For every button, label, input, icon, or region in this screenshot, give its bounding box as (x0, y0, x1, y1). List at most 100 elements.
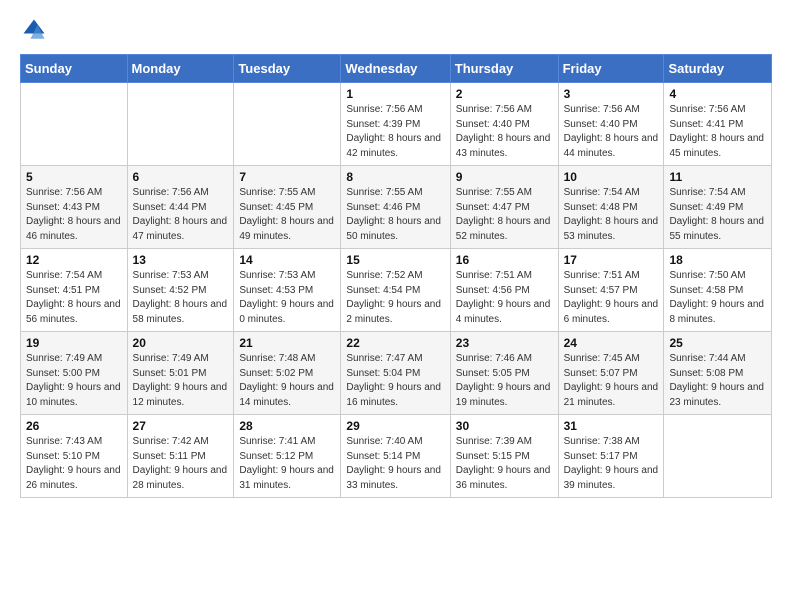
day-info: Sunrise: 7:55 AM Sunset: 4:45 PM Dayligh… (239, 186, 335, 244)
calendar-cell: 23 Sunrise: 7:46 AM Sunset: 5:05 PM Dayli… (450, 332, 558, 415)
day-info: Sunrise: 7:56 AM Sunset: 4:44 PM Dayligh… (133, 186, 229, 244)
day-number: 26 (26, 419, 122, 433)
day-number: 20 (133, 336, 229, 350)
weekday-header-saturday: Saturday (664, 55, 772, 83)
day-info: Sunrise: 7:45 AM Sunset: 5:07 PM Dayligh… (564, 352, 659, 410)
day-info: Sunrise: 7:47 AM Sunset: 5:04 PM Dayligh… (346, 352, 444, 410)
day-number: 6 (133, 170, 229, 184)
day-number: 16 (456, 253, 553, 267)
day-number: 4 (669, 87, 766, 101)
calendar-cell: 15 Sunrise: 7:52 AM Sunset: 4:54 PM Dayli… (341, 249, 450, 332)
week-row-4: 19 Sunrise: 7:49 AM Sunset: 5:00 PM Dayli… (21, 332, 772, 415)
header (20, 16, 772, 44)
day-info: Sunrise: 7:41 AM Sunset: 5:12 PM Dayligh… (239, 435, 335, 493)
calendar-cell: 12Sunrise: 7:54 AM Sunset: 4:51 PM Dayli… (21, 249, 128, 332)
day-number: 3 (564, 87, 659, 101)
day-info: Sunrise: 7:49 AM Sunset: 5:00 PM Dayligh… (26, 352, 122, 410)
day-number: 2 (456, 87, 553, 101)
weekday-header-wednesday: Wednesday (341, 55, 450, 83)
day-number: 19 (26, 336, 122, 350)
day-info: Sunrise: 7:56 AM Sunset: 4:39 PM Dayligh… (346, 103, 444, 161)
logo-icon (20, 16, 48, 44)
day-number: 15 (346, 253, 444, 267)
day-number: 23 (456, 336, 553, 350)
day-info: Sunrise: 7:42 AM Sunset: 5:11 PM Dayligh… (133, 435, 229, 493)
calendar-cell: 21 Sunrise: 7:48 AM Sunset: 5:02 PM Dayli… (234, 332, 341, 415)
calendar-cell (21, 83, 128, 166)
day-info: Sunrise: 7:53 AM Sunset: 4:53 PM Dayligh… (239, 269, 335, 327)
day-number: 18 (669, 253, 766, 267)
day-number: 8 (346, 170, 444, 184)
day-number: 24 (564, 336, 659, 350)
calendar-cell: 13Sunrise: 7:53 AM Sunset: 4:52 PM Dayli… (127, 249, 234, 332)
calendar-cell: 5Sunrise: 7:56 AM Sunset: 4:43 PM Daylig… (21, 166, 128, 249)
day-info: Sunrise: 7:51 AM Sunset: 4:57 PM Dayligh… (564, 269, 659, 327)
day-number: 28 (239, 419, 335, 433)
calendar-cell (664, 415, 772, 498)
day-number: 30 (456, 419, 553, 433)
day-number: 1 (346, 87, 444, 101)
calendar-cell: 27 Sunrise: 7:42 AM Sunset: 5:11 PM Dayli… (127, 415, 234, 498)
calendar-cell: 11 Sunrise: 7:54 AM Sunset: 4:49 PM Dayli… (664, 166, 772, 249)
weekday-header-tuesday: Tuesday (234, 55, 341, 83)
day-number: 21 (239, 336, 335, 350)
weekday-header-monday: Monday (127, 55, 234, 83)
calendar-cell: 14 Sunrise: 7:53 AM Sunset: 4:53 PM Dayli… (234, 249, 341, 332)
day-info: Sunrise: 7:54 AM Sunset: 4:48 PM Dayligh… (564, 186, 659, 244)
day-info: Sunrise: 7:56 AM Sunset: 4:40 PM Dayligh… (456, 103, 553, 161)
day-info: Sunrise: 7:46 AM Sunset: 5:05 PM Dayligh… (456, 352, 553, 410)
day-number: 25 (669, 336, 766, 350)
calendar-cell: 4 Sunrise: 7:56 AM Sunset: 4:41 PM Daylig… (664, 83, 772, 166)
calendar-cell (127, 83, 234, 166)
day-number: 11 (669, 170, 766, 184)
day-info: Sunrise: 7:51 AM Sunset: 4:56 PM Dayligh… (456, 269, 553, 327)
day-info: Sunrise: 7:39 AM Sunset: 5:15 PM Dayligh… (456, 435, 553, 493)
calendar: SundayMondayTuesdayWednesdayThursdayFrid… (20, 54, 772, 498)
calendar-cell: 30 Sunrise: 7:39 AM Sunset: 5:15 PM Dayli… (450, 415, 558, 498)
calendar-cell: 24 Sunrise: 7:45 AM Sunset: 5:07 PM Dayli… (558, 332, 664, 415)
weekday-header-thursday: Thursday (450, 55, 558, 83)
day-number: 14 (239, 253, 335, 267)
week-row-2: 5Sunrise: 7:56 AM Sunset: 4:43 PM Daylig… (21, 166, 772, 249)
calendar-cell: 26 Sunrise: 7:43 AM Sunset: 5:10 PM Dayli… (21, 415, 128, 498)
day-info: Sunrise: 7:40 AM Sunset: 5:14 PM Dayligh… (346, 435, 444, 493)
day-number: 17 (564, 253, 659, 267)
calendar-cell: 6 Sunrise: 7:56 AM Sunset: 4:44 PM Daylig… (127, 166, 234, 249)
day-info: Sunrise: 7:54 AM Sunset: 4:49 PM Dayligh… (669, 186, 766, 244)
calendar-cell: 18 Sunrise: 7:50 AM Sunset: 4:58 PM Dayli… (664, 249, 772, 332)
day-info: Sunrise: 7:56 AM Sunset: 4:41 PM Dayligh… (669, 103, 766, 161)
calendar-cell: 10 Sunrise: 7:54 AM Sunset: 4:48 PM Dayli… (558, 166, 664, 249)
day-info: Sunrise: 7:44 AM Sunset: 5:08 PM Dayligh… (669, 352, 766, 410)
calendar-cell: 8 Sunrise: 7:55 AM Sunset: 4:46 PM Daylig… (341, 166, 450, 249)
calendar-body: 1 Sunrise: 7:56 AM Sunset: 4:39 PM Daylig… (21, 83, 772, 498)
weekday-header-sunday: Sunday (21, 55, 128, 83)
calendar-cell: 1 Sunrise: 7:56 AM Sunset: 4:39 PM Daylig… (341, 83, 450, 166)
day-info: Sunrise: 7:48 AM Sunset: 5:02 PM Dayligh… (239, 352, 335, 410)
day-info: Sunrise: 7:43 AM Sunset: 5:10 PM Dayligh… (26, 435, 122, 493)
week-row-3: 12Sunrise: 7:54 AM Sunset: 4:51 PM Dayli… (21, 249, 772, 332)
calendar-cell: 19 Sunrise: 7:49 AM Sunset: 5:00 PM Dayli… (21, 332, 128, 415)
day-info: Sunrise: 7:56 AM Sunset: 4:40 PM Dayligh… (564, 103, 659, 161)
calendar-cell: 22 Sunrise: 7:47 AM Sunset: 5:04 PM Dayli… (341, 332, 450, 415)
day-info: Sunrise: 7:38 AM Sunset: 5:17 PM Dayligh… (564, 435, 659, 493)
calendar-cell: 7 Sunrise: 7:55 AM Sunset: 4:45 PM Daylig… (234, 166, 341, 249)
calendar-cell: 29Sunrise: 7:40 AM Sunset: 5:14 PM Dayli… (341, 415, 450, 498)
day-number: 7 (239, 170, 335, 184)
day-number: 31 (564, 419, 659, 433)
day-number: 27 (133, 419, 229, 433)
day-info: Sunrise: 7:55 AM Sunset: 4:46 PM Dayligh… (346, 186, 444, 244)
calendar-cell: 17 Sunrise: 7:51 AM Sunset: 4:57 PM Dayli… (558, 249, 664, 332)
day-info: Sunrise: 7:50 AM Sunset: 4:58 PM Dayligh… (669, 269, 766, 327)
calendar-header: SundayMondayTuesdayWednesdayThursdayFrid… (21, 55, 772, 83)
calendar-cell: 25 Sunrise: 7:44 AM Sunset: 5:08 PM Dayli… (664, 332, 772, 415)
day-info: Sunrise: 7:52 AM Sunset: 4:54 PM Dayligh… (346, 269, 444, 327)
calendar-cell: 9Sunrise: 7:55 AM Sunset: 4:47 PM Daylig… (450, 166, 558, 249)
calendar-cell: 2 Sunrise: 7:56 AM Sunset: 4:40 PM Daylig… (450, 83, 558, 166)
day-number: 5 (26, 170, 122, 184)
day-number: 12 (26, 253, 122, 267)
calendar-cell: 3 Sunrise: 7:56 AM Sunset: 4:40 PM Daylig… (558, 83, 664, 166)
day-number: 22 (346, 336, 444, 350)
calendar-cell: 31 Sunrise: 7:38 AM Sunset: 5:17 PM Dayli… (558, 415, 664, 498)
day-number: 10 (564, 170, 659, 184)
day-info: Sunrise: 7:55 AM Sunset: 4:47 PM Dayligh… (456, 186, 553, 244)
